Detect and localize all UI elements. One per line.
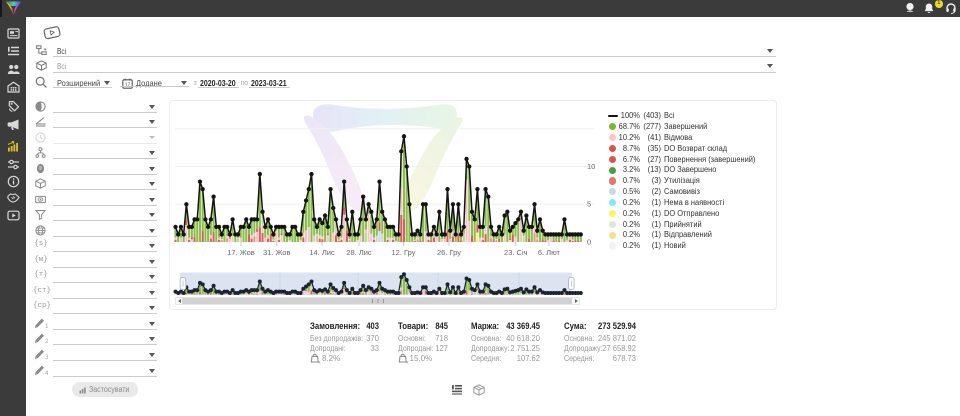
svg-text:3: 3 [45,354,48,360]
svg-text:1: 1 [45,323,48,329]
svg-text:x: x [406,359,409,364]
svg-text:2: 2 [45,338,48,344]
svg-text:x: x [318,359,321,364]
svg-text:4: 4 [45,370,48,376]
